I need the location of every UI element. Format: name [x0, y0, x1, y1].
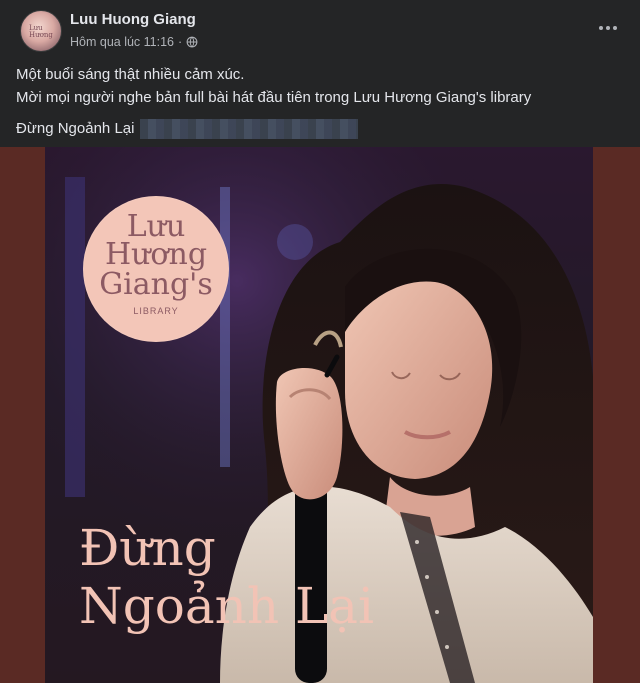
logo-line: Giang's	[99, 267, 213, 302]
author-avatar[interactable]: Lưu Hương	[20, 10, 62, 52]
post-text-line: Một buổi sáng thật nhiều cảm xúc.	[16, 66, 245, 83]
more-horizontal-icon	[599, 26, 603, 30]
more-horizontal-icon	[613, 26, 617, 30]
post-header: Lưu Hương Luu Huong Giang Hôm qua lúc 11…	[16, 10, 624, 52]
facebook-post: Lưu Hương Luu Huong Giang Hôm qua lúc 11…	[0, 0, 640, 683]
post-timestamp[interactable]: Hôm qua lúc 11:16	[70, 35, 174, 49]
logo-subtitle: LIBRARY	[133, 306, 179, 316]
post-media[interactable]: Lưu Hương Giang's LIBRARY Đừng Ngoảnh Lạ…	[0, 147, 640, 683]
avatar-mini-text: Lưu Hương	[29, 24, 53, 39]
post-text-line: Mời mọi người nghe bản full bài hát đầu …	[16, 89, 532, 106]
album-cover-image[interactable]: Lưu Hương Giang's LIBRARY Đừng Ngoảnh Lạ…	[45, 147, 593, 683]
song-label: Đừng Ngoảnh Lại	[16, 120, 135, 137]
globe-icon[interactable]	[186, 36, 198, 48]
more-horizontal-icon	[606, 26, 610, 30]
cover-logo-text: Lưu Hương Giang's LIBRARY	[83, 196, 229, 342]
more-options-button[interactable]	[594, 16, 622, 40]
cover-title: Đừng Ngoảnh Lại	[79, 519, 499, 635]
cover-logo: Lưu Hương Giang's LIBRARY	[83, 196, 229, 342]
post-meta: Hôm qua lúc 11:16 ·	[70, 35, 198, 49]
author-name[interactable]: Luu Huong Giang	[70, 11, 196, 28]
cover-title-line: Ngoảnh Lại	[79, 577, 374, 635]
post-text: Một buổi sáng thật nhiều cảm xúc. Mời mọ…	[16, 63, 624, 140]
song-line: Đừng Ngoảnh Lại	[16, 117, 624, 140]
logo-line: Hương	[104, 237, 208, 272]
meta-separator: ·	[178, 35, 183, 49]
cover-title-line: Đừng	[79, 519, 216, 577]
redacted-link	[140, 118, 359, 139]
